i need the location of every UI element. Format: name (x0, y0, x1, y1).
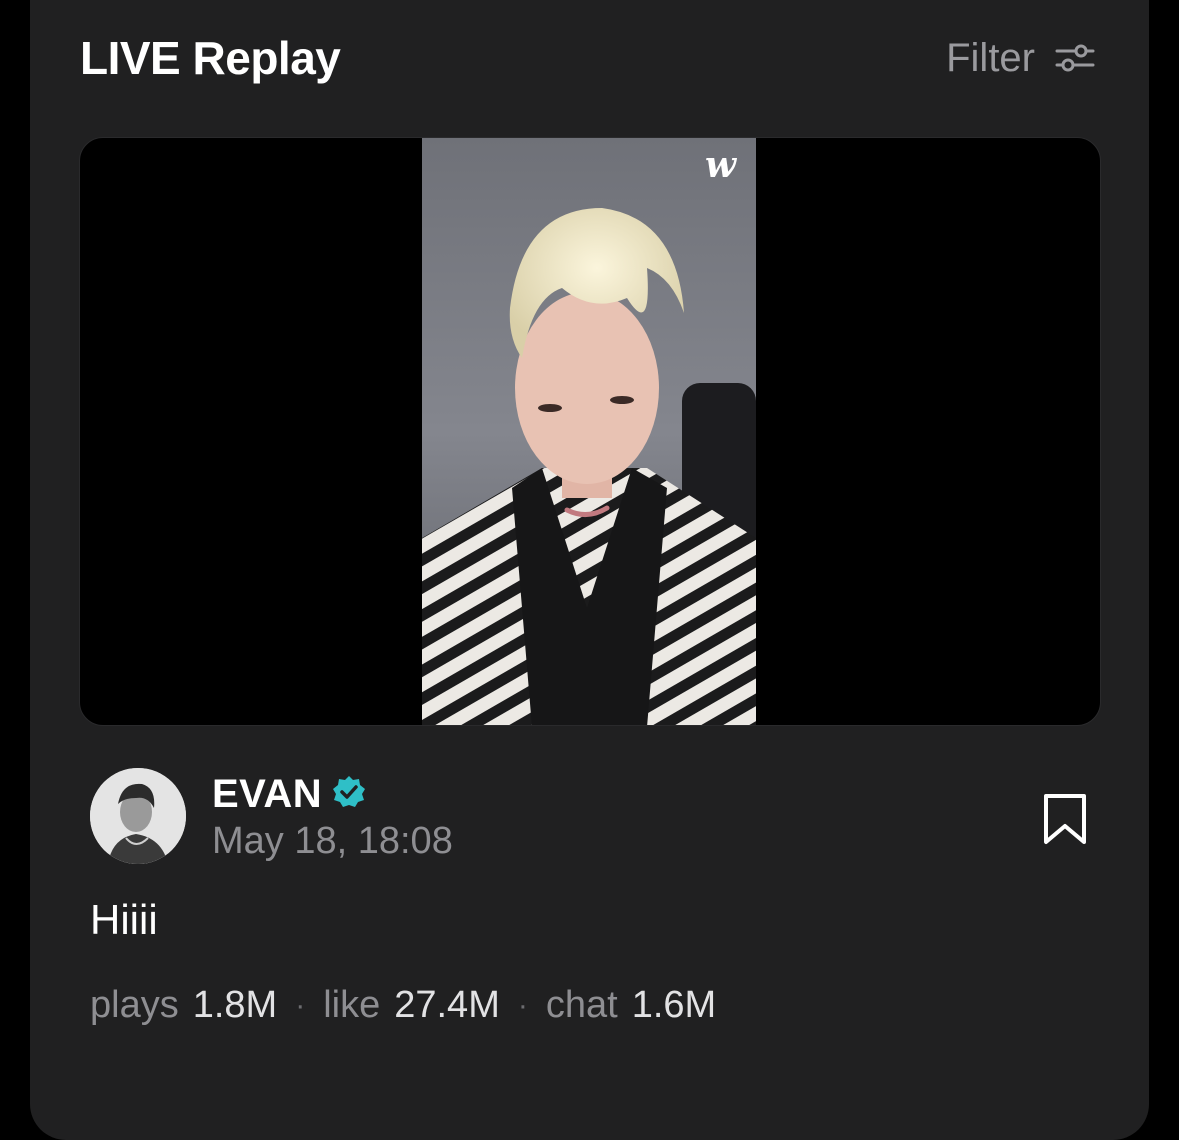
like-label: like (323, 984, 381, 1026)
bookmark-button[interactable] (1041, 792, 1089, 846)
avatar[interactable] (90, 768, 186, 864)
author-row: EVAN (212, 772, 366, 817)
post-meta: EVAN May 18, 18:08 (90, 768, 1095, 868)
watermark-logo: w (705, 144, 736, 186)
plays-label: plays (90, 984, 179, 1026)
chat-label: chat (545, 984, 618, 1026)
stats-row: plays 1.8M · like 27.4M · chat 1.6M (90, 984, 716, 1027)
avatar-image (90, 768, 186, 864)
author-name[interactable]: EVAN (212, 772, 322, 817)
stats-separator: · (295, 988, 306, 1022)
stats-separator: · (517, 988, 528, 1022)
video-frame: w (422, 138, 756, 725)
verified-badge-icon (332, 775, 366, 814)
filter-label: Filter (946, 35, 1035, 80)
plays-value: 1.8M (192, 984, 278, 1026)
chat-value: 1.6M (631, 984, 717, 1026)
filter-button[interactable]: Filter (946, 36, 1095, 81)
post-timestamp: May 18, 18:08 (212, 820, 453, 862)
sliders-icon (1055, 43, 1095, 73)
bookmark-icon (1044, 794, 1086, 844)
section-header: LIVE Replay Filter (80, 28, 1095, 88)
like-value: 27.4M (394, 984, 500, 1026)
video-thumbnail[interactable]: w (79, 137, 1101, 726)
video-still-image (422, 138, 756, 725)
section-title: LIVE Replay (80, 32, 341, 84)
post-text: Hiiii (90, 896, 158, 943)
